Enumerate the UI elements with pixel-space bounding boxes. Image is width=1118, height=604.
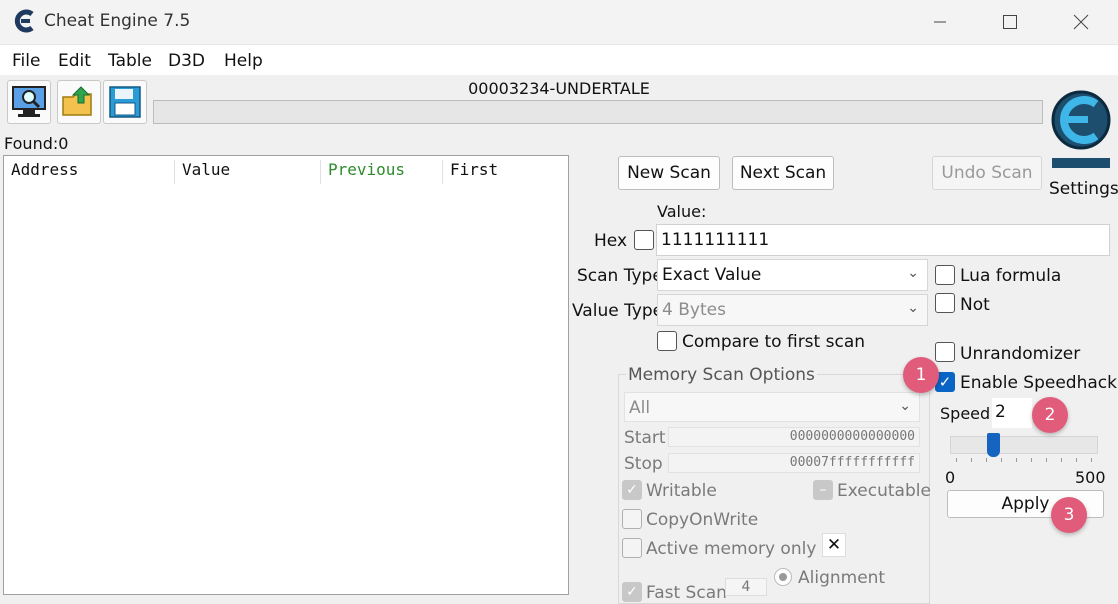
- fast-scan-label: Fast Scan: [646, 583, 727, 603]
- fast-scan-value-input[interactable]: 4: [725, 578, 767, 596]
- compare-first-label: Compare to first scan: [682, 332, 866, 352]
- not-label: Not: [960, 295, 990, 315]
- slider-tick: [1001, 458, 1002, 462]
- start-address-input[interactable]: 0000000000000000: [668, 427, 920, 447]
- slider-tick: [1061, 458, 1062, 462]
- alignment-radio[interactable]: [774, 568, 792, 586]
- annotation-badge-3: 3: [1051, 497, 1087, 533]
- stop-label: Stop: [624, 454, 663, 474]
- column-previous[interactable]: Previous: [321, 160, 443, 184]
- copyonwrite-checkbox[interactable]: [622, 509, 642, 529]
- enable-speedhack-label: Enable Speedhack: [960, 373, 1117, 393]
- not-checkbox[interactable]: [935, 293, 955, 313]
- cheat-engine-logo-icon: [12, 8, 38, 34]
- column-value[interactable]: Value: [175, 160, 321, 184]
- memory-region-value: All: [629, 398, 651, 418]
- column-address[interactable]: Address: [4, 160, 175, 184]
- speed-input[interactable]: 2: [992, 398, 1032, 428]
- hex-label: Hex: [594, 231, 628, 251]
- new-scan-button[interactable]: New Scan: [618, 156, 720, 190]
- speed-min-label: 0: [945, 468, 956, 487]
- next-scan-button[interactable]: Next Scan: [732, 156, 834, 190]
- results-list[interactable]: Address Value Previous First: [3, 155, 569, 595]
- alignment-label: Alignment: [798, 568, 886, 588]
- copyonwrite-label: CopyOnWrite: [646, 510, 759, 530]
- slider-tick: [986, 458, 987, 462]
- value-input[interactable]: 1111111111: [656, 224, 1110, 256]
- start-label: Start: [624, 428, 666, 448]
- menu-d3d[interactable]: D3D: [168, 51, 205, 71]
- undo-scan-button[interactable]: Undo Scan: [932, 156, 1042, 190]
- slider-tick: [971, 458, 972, 462]
- slider-tick: [1016, 458, 1017, 462]
- chevron-down-icon: ⌄: [907, 300, 919, 316]
- scan-type-select[interactable]: Exact Value ⌄: [657, 259, 928, 291]
- memory-scan-options-title: Memory Scan Options: [626, 365, 817, 385]
- speed-max-label: 500: [1075, 468, 1106, 487]
- chevron-down-icon: ⌄: [907, 265, 919, 281]
- slider-tick: [1046, 458, 1047, 462]
- found-count: Found:0: [4, 134, 69, 153]
- cheat-engine-logo-icon[interactable]: [1046, 76, 1116, 172]
- close-icon[interactable]: [1058, 6, 1104, 38]
- compare-first-checkbox[interactable]: [657, 331, 677, 351]
- speed-slider-track[interactable]: [950, 436, 1098, 454]
- annotation-badge-1: 1: [903, 357, 939, 393]
- writable-label: Writable: [646, 481, 717, 501]
- process-name: 00003234-UNDERTALE: [468, 79, 650, 98]
- value-type-value: 4 Bytes: [662, 300, 726, 320]
- menu-file[interactable]: File: [12, 51, 40, 71]
- lua-formula-label: Lua formula: [960, 266, 1062, 286]
- column-first[interactable]: First: [443, 160, 567, 184]
- window-title: Cheat Engine 7.5: [44, 11, 191, 31]
- maximize-icon[interactable]: [987, 6, 1033, 38]
- annotation-badge-2: 2: [1032, 397, 1068, 433]
- active-memory-label: Active memory only: [646, 539, 817, 559]
- speed-slider-thumb[interactable]: [987, 433, 1000, 457]
- slider-tick: [956, 458, 957, 462]
- settings-link[interactable]: Settings: [1049, 179, 1118, 199]
- unrandomizer-label: Unrandomizer: [960, 344, 1081, 364]
- stop-address-input[interactable]: 00007fffffffffff: [668, 453, 920, 473]
- scan-type-label: Scan Type: [577, 266, 663, 286]
- unrandomizer-checkbox[interactable]: [935, 342, 955, 362]
- value-type-select[interactable]: 4 Bytes ⌄: [657, 294, 928, 326]
- speed-label: Speed: [940, 404, 991, 423]
- chevron-down-icon: ⌄: [899, 398, 911, 414]
- slider-tick: [1076, 458, 1077, 462]
- scan-type-value: Exact Value: [662, 265, 762, 285]
- menu-help[interactable]: Help: [224, 51, 263, 71]
- memory-region-select[interactable]: All ⌄: [624, 392, 920, 422]
- value-type-label: Value Type: [572, 301, 664, 321]
- menu-table[interactable]: Table: [108, 51, 152, 71]
- close-icon[interactable]: ✕: [822, 533, 846, 557]
- fast-scan-checkbox[interactable]: ✓: [622, 582, 642, 602]
- scan-progress-bar: [153, 100, 1043, 124]
- active-memory-checkbox[interactable]: [622, 538, 642, 558]
- executable-checkbox[interactable]: –: [813, 480, 833, 500]
- slider-tick: [1091, 458, 1092, 462]
- writable-checkbox[interactable]: ✓: [622, 480, 642, 500]
- hex-checkbox[interactable]: [634, 230, 654, 250]
- lua-formula-checkbox[interactable]: [935, 265, 955, 285]
- menu-edit[interactable]: Edit: [58, 51, 91, 71]
- slider-tick: [1031, 458, 1032, 462]
- executable-label: Executable: [837, 481, 931, 501]
- minimize-icon[interactable]: [917, 6, 963, 38]
- value-label: Value:: [657, 202, 707, 221]
